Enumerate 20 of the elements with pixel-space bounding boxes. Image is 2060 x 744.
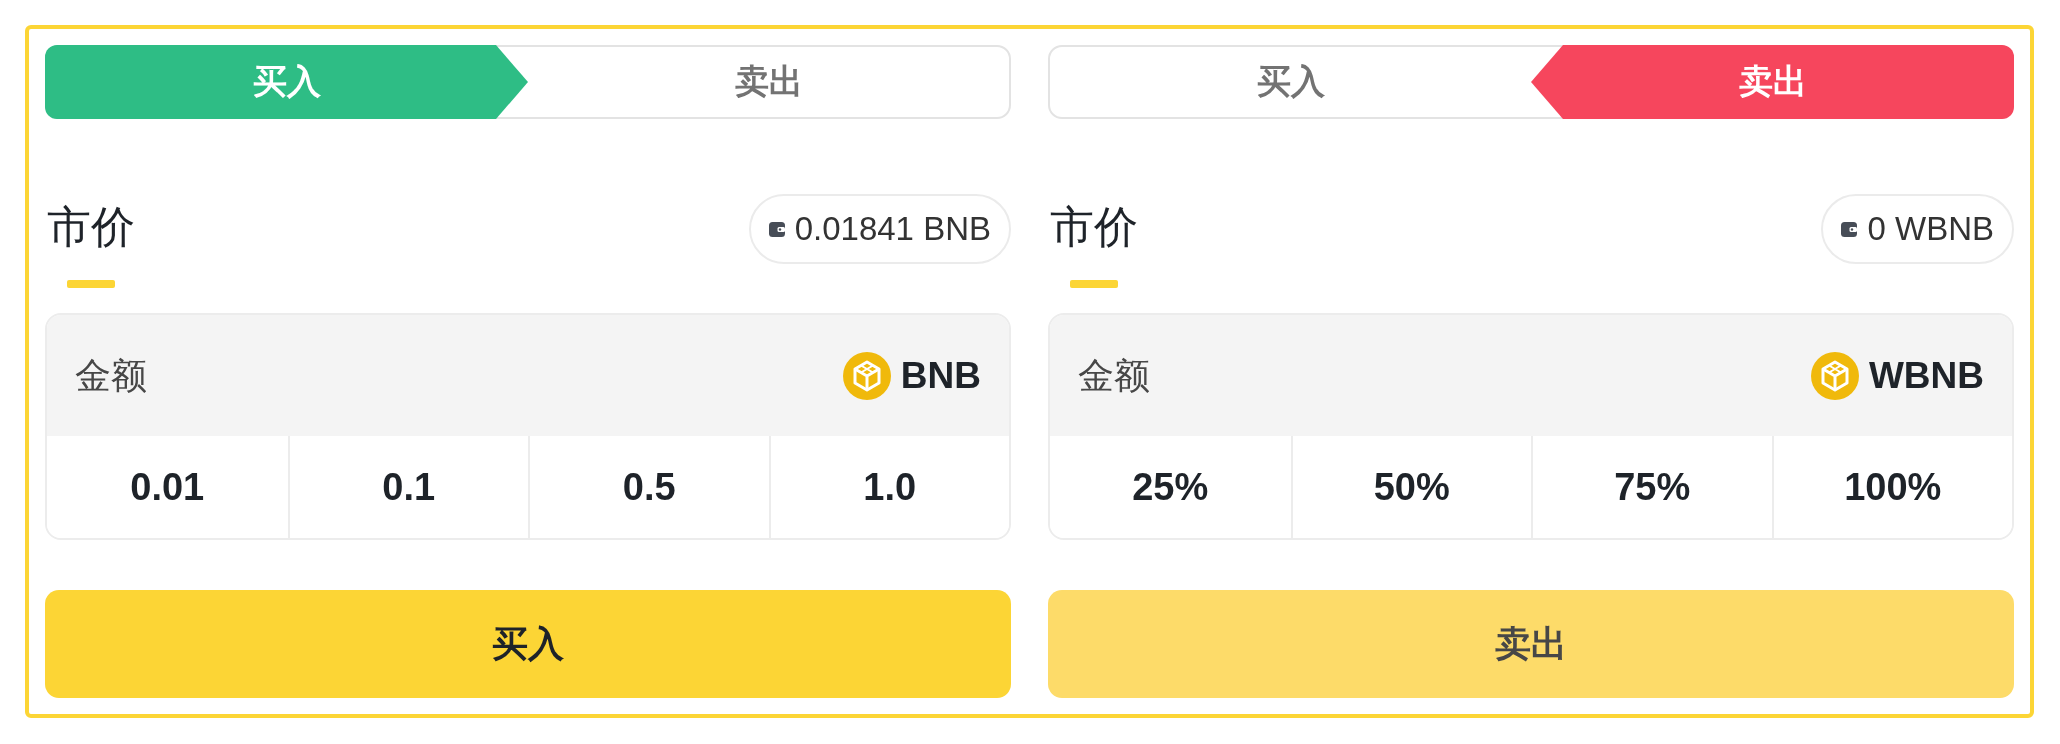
token-symbol: WBNB bbox=[1868, 354, 1984, 397]
amount-field[interactable]: 金额 WBNB bbox=[1050, 315, 2012, 436]
balance-amount: 0 WBNB bbox=[1867, 210, 1994, 248]
side-tab[interactable]: 买入 bbox=[1050, 47, 1531, 117]
submit-button[interactable]: 买入 bbox=[45, 590, 1011, 698]
token-icon bbox=[842, 351, 891, 400]
amount-field[interactable]: 金额 BNB bbox=[47, 315, 1009, 436]
side-tab[interactable]: 卖出 bbox=[528, 47, 1009, 117]
order-type-tab[interactable]: 市价 bbox=[1048, 199, 1140, 288]
amount-input[interactable]: 金额 bbox=[1078, 345, 1801, 406]
preset-amount-button[interactable]: 100% bbox=[1771, 436, 2012, 538]
token-icon bbox=[1810, 351, 1859, 400]
balance-amount: 0.01841 BNB bbox=[794, 210, 991, 248]
wallet-icon bbox=[1841, 221, 1858, 237]
preset-amount-button[interactable]: 1.0 bbox=[768, 436, 1009, 538]
side-tab[interactable]: 卖出 bbox=[1531, 45, 2014, 119]
amount-input[interactable]: 金额 bbox=[75, 345, 833, 406]
order-type-tab[interactable]: 市价 bbox=[45, 199, 137, 288]
wallet-icon bbox=[768, 221, 785, 237]
token-symbol: BNB bbox=[900, 354, 981, 397]
